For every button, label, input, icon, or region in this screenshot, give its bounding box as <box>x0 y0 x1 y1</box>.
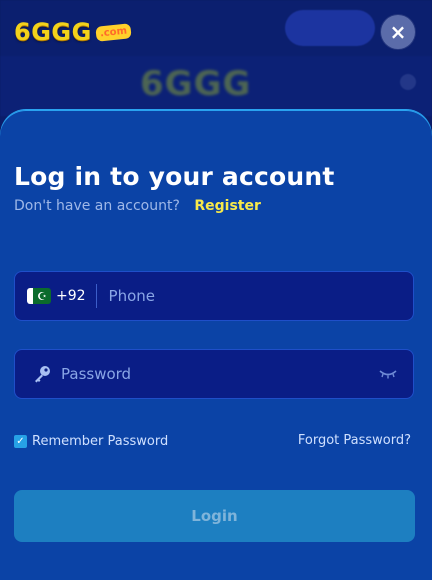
pakistan-flag-icon: ☪ <box>27 288 51 304</box>
country-code-selector[interactable]: ☪ +92 <box>15 272 96 320</box>
login-button[interactable]: Login <box>14 490 415 542</box>
field-divider <box>95 284 97 308</box>
phone-input[interactable] <box>106 271 413 321</box>
phone-field: ☪ +92 <box>14 271 414 321</box>
remember-password-label: Remember Password <box>32 434 169 449</box>
register-prompt-text: Don't have an account? <box>14 198 180 214</box>
eye-closed-icon[interactable] <box>377 364 399 384</box>
password-field <box>14 349 414 399</box>
register-link[interactable]: Register <box>194 198 261 214</box>
logo-dotcom: .com <box>95 22 132 42</box>
brand-logo: 6GGG .com <box>14 18 132 46</box>
background-button <box>285 10 375 46</box>
remember-password-checkbox[interactable]: ✓ Remember Password <box>14 434 168 449</box>
password-input[interactable] <box>59 349 377 399</box>
country-code: +92 <box>56 288 86 304</box>
background-logo: 6GGG <box>140 64 252 104</box>
forgot-password-link[interactable]: Forgot Password? <box>298 433 411 448</box>
register-prompt: Don't have an account? Register <box>14 198 261 214</box>
background-icon <box>400 74 416 90</box>
close-icon: × <box>389 20 407 44</box>
login-modal: Log in to your account Don't have an acc… <box>0 110 432 580</box>
checkmark-icon: ✓ <box>14 435 27 448</box>
close-button[interactable]: × <box>381 15 415 49</box>
key-icon <box>31 364 53 384</box>
logo-text: 6GGG <box>14 18 92 46</box>
page-title: Log in to your account <box>14 162 335 191</box>
